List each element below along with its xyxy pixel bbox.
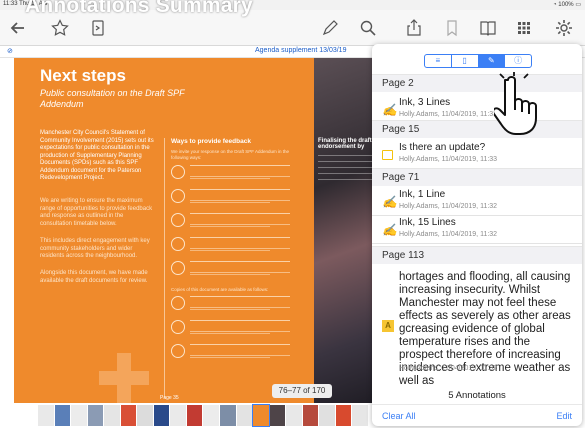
copies-option <box>171 294 299 316</box>
app-logo-icon: ⊘ <box>7 48 13 55</box>
search-icon[interactable] <box>358 18 378 38</box>
annotation-title: Is there an update? <box>399 142 486 153</box>
book-icon[interactable] <box>478 18 498 38</box>
copies-option-icon <box>171 296 185 310</box>
pen-icon[interactable] <box>320 18 340 38</box>
feedback-option-icon <box>171 189 185 203</box>
document-page[interactable]: Next steps Public consultation on the Dr… <box>14 58 394 403</box>
clear-all-button[interactable]: Clear All <box>382 411 416 421</box>
document-subheading: Public consultation on the Draft SPF Add… <box>40 88 185 109</box>
feedback-option <box>171 211 299 233</box>
annotation-title: Ink, 3 Lines <box>399 97 451 108</box>
annotation-meta: Holly.Adams, 11/04/2019, 11:33 <box>399 156 498 163</box>
annotation-meta: Holly.Adams, 11/04/2019, 11:32 <box>399 203 498 210</box>
copies-option <box>171 342 299 364</box>
annotation-meta: Holly.Adams, 11/04/2019, 11:33 <box>399 111 498 118</box>
note-icon <box>382 150 393 160</box>
page-thumbnail[interactable] <box>302 405 319 426</box>
page-thumbnail[interactable] <box>71 405 87 426</box>
page-thumbnail[interactable] <box>38 405 54 426</box>
annotations-tab[interactable]: ✎ <box>478 55 506 67</box>
copies-note: Copies of this document are available as… <box>171 287 269 292</box>
page-thumbnail[interactable] <box>87 405 104 426</box>
annotation-item[interactable]: ✍ Ink, 15 Lines Holly.Adams, 11/04/2019,… <box>372 214 582 244</box>
highlight-icon: A <box>382 320 394 332</box>
overlay-title: Annotations Summary <box>25 0 253 17</box>
hand-pointer-icon <box>492 72 554 138</box>
feedback-option <box>171 163 299 185</box>
page-thumbnail-current[interactable] <box>252 404 270 427</box>
star-icon[interactable] <box>50 18 70 38</box>
feedback-title: Ways to provide feedback <box>171 138 251 145</box>
page-thumbnail[interactable] <box>335 405 352 426</box>
settings-icon[interactable] <box>554 18 574 38</box>
feedback-option-icon <box>171 213 185 227</box>
page-thumbnail[interactable] <box>104 405 120 426</box>
page-thumbnail[interactable] <box>352 405 368 426</box>
info-tab[interactable]: ⓘ <box>505 55 531 67</box>
page-thumbnail[interactable] <box>186 405 203 426</box>
page-thumbnail[interactable] <box>153 405 170 426</box>
page-thumbnail[interactable] <box>220 405 236 426</box>
document-page-number: Page 35 <box>160 395 179 401</box>
thumbnail-strip[interactable] <box>38 404 368 427</box>
feedback-intro: We invite your response on the Draft SPF… <box>171 149 289 160</box>
page-thumbnail[interactable] <box>269 405 286 426</box>
edit-button[interactable]: Edit <box>556 411 572 421</box>
feedback-box: Ways to provide feedback We invite your … <box>164 138 299 398</box>
document-paragraph: Alongside this document, we have made av… <box>40 270 148 284</box>
annotation-item[interactable]: ✍ Ink, 1 Line Holly.Adams, 11/04/2019, 1… <box>372 186 582 216</box>
document-paragraph: Manchester City Council's Statement of C… <box>40 130 154 181</box>
document-heading: Next steps <box>40 66 126 85</box>
page-header-label: Agenda supplement 13/03/19 <box>255 47 347 54</box>
battery-indicator: ◔ 100% ▭ <box>553 2 581 8</box>
copies-option-icon <box>171 320 185 334</box>
bookmarks-tab[interactable]: ▯ <box>452 55 479 67</box>
page-thumbnail[interactable] <box>286 405 302 426</box>
panel-segmented-control: ≡ ▯ ✎ ⓘ <box>424 54 532 68</box>
bookmark-icon[interactable] <box>442 18 462 38</box>
plus-graphic <box>99 353 149 403</box>
annotation-meta: Holly.Adams, 11/04/2019, 11:32 <box>399 365 498 372</box>
share-icon[interactable] <box>404 18 424 38</box>
panel-footer: Clear All Edit <box>372 404 582 426</box>
document-paragraph: This includes direct engagement with key… <box>40 238 150 259</box>
copies-option-icon <box>171 344 185 358</box>
section-header: Page 113 <box>372 246 582 264</box>
back-arrow-icon[interactable] <box>8 18 28 38</box>
annotation-count: 5 Annotations <box>448 390 506 401</box>
reflow-icon[interactable] <box>88 18 108 38</box>
feedback-option-icon <box>171 261 185 275</box>
page-thumbnail[interactable] <box>236 405 253 426</box>
outline-tab[interactable]: ≡ <box>425 55 452 67</box>
copies-option <box>171 318 299 340</box>
feedback-option <box>171 259 299 281</box>
page-thumbnail[interactable] <box>170 405 186 426</box>
ink-icon: ✍ <box>382 223 397 237</box>
feedback-option <box>171 187 299 209</box>
ink-icon: ✍ <box>382 103 397 117</box>
page-thumbnail[interactable] <box>54 405 71 426</box>
page-thumbnail[interactable] <box>319 405 335 426</box>
page-thumbnail[interactable] <box>120 405 137 426</box>
page-thumbnail[interactable] <box>203 405 220 426</box>
page-thumbnail[interactable] <box>137 405 153 426</box>
document-paragraph: We are writing to ensure the maximum ran… <box>40 198 153 227</box>
annotation-item[interactable]: Is there an update? Holly.Adams, 11/04/2… <box>372 138 582 172</box>
feedback-option-icon <box>171 237 185 251</box>
feedback-option <box>171 235 299 257</box>
page-counter: 76–77 of 170 <box>272 384 332 398</box>
ink-icon: ✍ <box>382 195 397 209</box>
annotation-title: Ink, 1 Line <box>399 189 446 200</box>
annotation-title: Ink, 15 Lines <box>399 217 456 228</box>
annotation-item[interactable]: A hortages and flooding, all causing inc… <box>372 264 582 387</box>
annotation-meta: Holly.Adams, 11/04/2019, 11:32 <box>399 231 498 238</box>
section-header: Page 71 <box>372 168 582 186</box>
grid-icon[interactable] <box>514 18 534 38</box>
feedback-option-icon <box>171 165 185 179</box>
